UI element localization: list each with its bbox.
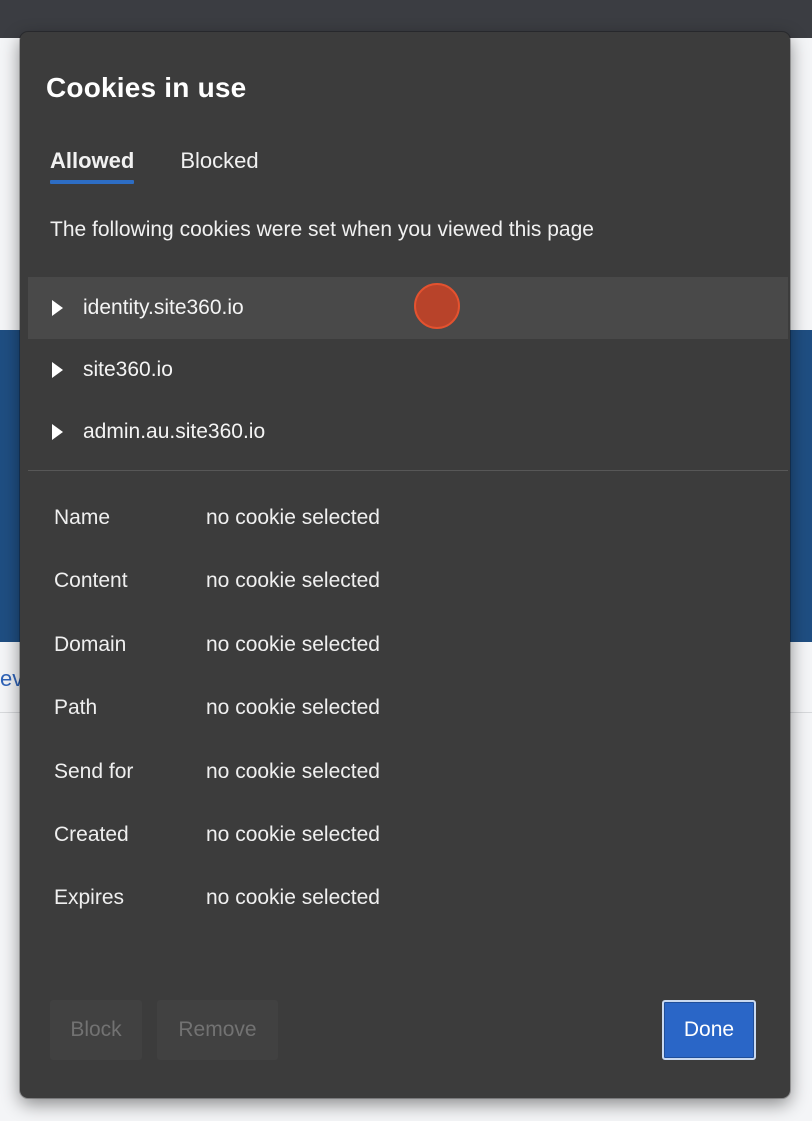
triangle-right-icon[interactable] — [52, 362, 63, 378]
detail-key: Path — [54, 696, 98, 720]
detail-row-send-for: Send for no cookie selected — [54, 760, 380, 823]
detail-value: no cookie selected — [206, 822, 380, 846]
detail-value: no cookie selected — [206, 569, 380, 593]
domain-row-admin-au[interactable]: admin.au.site360.io — [28, 401, 788, 463]
domain-label: admin.au.site360.io — [83, 420, 266, 443]
tab-strip: Allowed Blocked — [50, 148, 259, 184]
detail-value: no cookie selected — [206, 632, 380, 656]
domain-label: site360.io — [83, 358, 173, 381]
block-button[interactable]: Block — [50, 1000, 142, 1060]
tab-allowed[interactable]: Allowed — [50, 148, 135, 184]
detail-value: no cookie selected — [206, 696, 380, 720]
detail-key: Expires — [54, 886, 125, 910]
cookie-domain-list: identity.site360.io site360.io admin.au.… — [28, 277, 788, 463]
domain-label: identity.site360.io — [83, 296, 244, 319]
detail-key: Send for — [54, 759, 134, 783]
detail-value: no cookie selected — [206, 506, 380, 529]
detail-key: Domain — [54, 632, 127, 656]
dialog-title: Cookies in use — [46, 72, 247, 103]
click-indicator — [414, 283, 460, 329]
triangle-right-icon[interactable] — [52, 300, 63, 316]
detail-key: Created — [54, 822, 129, 846]
remove-button[interactable]: Remove — [157, 1000, 278, 1060]
done-button[interactable]: Done — [662, 1000, 756, 1060]
tab-blocked[interactable]: Blocked — [180, 148, 258, 180]
detail-key: Name — [54, 506, 111, 529]
detail-row-domain: Domain no cookie selected — [54, 633, 380, 696]
detail-value: no cookie selected — [206, 759, 380, 783]
detail-value: no cookie selected — [206, 886, 380, 910]
detail-row-name: Name no cookie selected — [54, 506, 380, 569]
detail-row-path: Path no cookie selected — [54, 696, 380, 759]
domain-row-identity[interactable]: identity.site360.io — [28, 277, 788, 339]
detail-row-created: Created no cookie selected — [54, 823, 380, 886]
detail-key: Content — [54, 569, 128, 593]
domain-row-site360[interactable]: site360.io — [28, 339, 788, 401]
cookies-dialog: Cookies in use Allowed Blocked The follo… — [20, 32, 790, 1098]
section-divider — [28, 470, 788, 471]
dialog-subtitle: The following cookies were set when you … — [50, 218, 594, 241]
detail-row-expires: Expires no cookie selected — [54, 886, 380, 949]
cookie-details: Name no cookie selected Content no cooki… — [54, 506, 380, 950]
detail-row-content: Content no cookie selected — [54, 569, 380, 632]
triangle-right-icon[interactable] — [52, 424, 63, 440]
